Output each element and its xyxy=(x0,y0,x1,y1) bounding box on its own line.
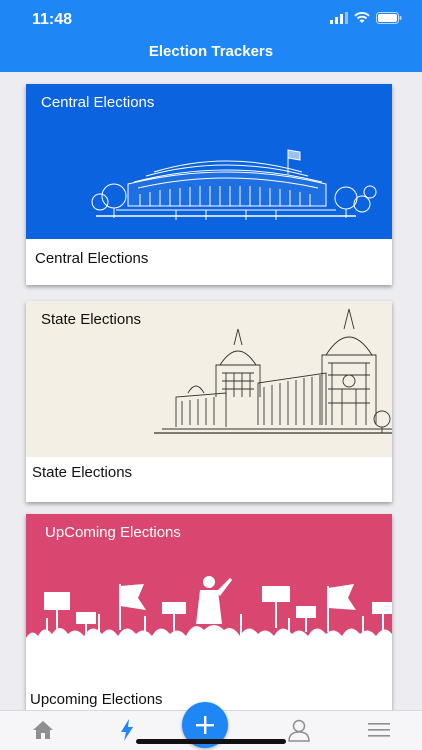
signal-icon xyxy=(330,12,348,24)
home-indicator xyxy=(136,739,286,744)
wifi-icon xyxy=(354,12,370,23)
home-icon xyxy=(33,721,53,739)
menu-icon xyxy=(368,723,390,737)
card-label: Central Elections xyxy=(35,250,149,267)
central-elections-card[interactable]: Central Elections Central Elections xyxy=(26,84,392,285)
upcoming-elections-card[interactable]: UpComing Elections Upcoming Elections xyxy=(26,514,392,710)
status-time: 11:48 xyxy=(32,11,73,28)
navigation-bar: Election Trackers xyxy=(0,40,422,72)
election-list[interactable]: Central Elections Central Elections Stat… xyxy=(0,72,422,710)
vidhana-soudha-illustration xyxy=(154,308,392,434)
state-elections-banner: State Elections xyxy=(26,301,392,457)
battery-icon xyxy=(376,12,402,24)
parliament-illustration xyxy=(91,149,377,220)
page-title: Election Trackers xyxy=(148,43,274,60)
upcoming-elections-banner: UpComing Elections xyxy=(26,514,392,676)
state-elections-card[interactable]: State Elections State Elections xyxy=(26,301,392,502)
rally-crowd-illustration xyxy=(26,576,392,676)
status-bar: 11:48 xyxy=(0,0,422,40)
tab-menu[interactable] xyxy=(366,717,392,743)
status-icons xyxy=(330,12,402,24)
central-elections-banner: Central Elections xyxy=(26,84,392,239)
user-icon xyxy=(288,719,310,742)
tab-home[interactable] xyxy=(30,717,56,743)
tab-profile[interactable] xyxy=(286,717,312,743)
card-label: State Elections xyxy=(32,464,133,481)
card-label: Upcoming Elections xyxy=(30,691,163,708)
